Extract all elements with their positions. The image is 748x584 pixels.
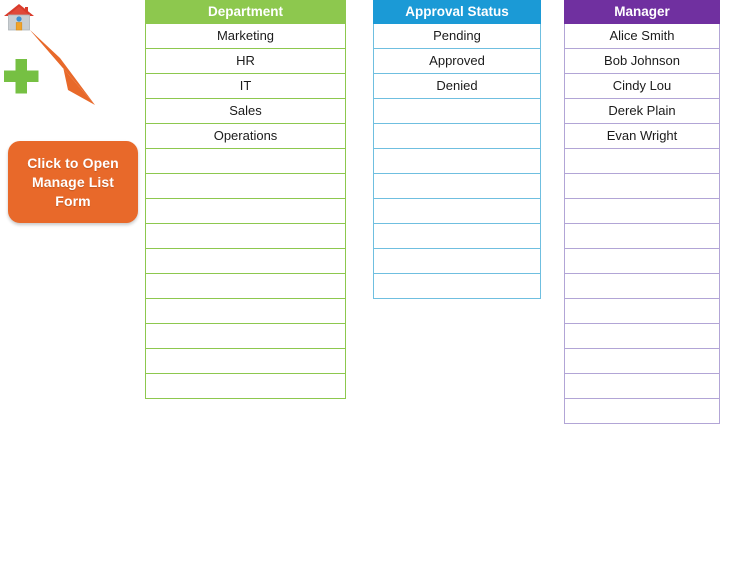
list-cell[interactable] (373, 199, 541, 224)
list-cell[interactable] (564, 174, 720, 199)
list-cell[interactable] (564, 224, 720, 249)
list-cell[interactable] (145, 149, 346, 174)
list-cell[interactable] (564, 149, 720, 174)
list-cell[interactable] (373, 99, 541, 124)
list-cell[interactable]: Pending (373, 24, 541, 49)
column-header-department: Department (145, 0, 346, 24)
list-cell[interactable] (145, 324, 346, 349)
list-cell[interactable] (145, 174, 346, 199)
list-cell[interactable]: Derek Plain (564, 99, 720, 124)
list-cell[interactable] (145, 374, 346, 399)
left-toolbar: Click to Open Manage List Form (0, 0, 145, 584)
home-icon[interactable] (3, 2, 35, 32)
column-header-approval-status: Approval Status (373, 0, 541, 24)
list-cell[interactable] (373, 274, 541, 299)
list-cell[interactable] (564, 349, 720, 374)
home-icon-glyph (4, 4, 34, 31)
list-cell[interactable] (145, 299, 346, 324)
list-cell[interactable] (564, 324, 720, 349)
list-cell[interactable]: Evan Wright (564, 124, 720, 149)
list-cell[interactable]: IT (145, 74, 346, 99)
list-cell[interactable]: Bob Johnson (564, 49, 720, 74)
list-cell[interactable]: HR (145, 49, 346, 74)
list-cell[interactable] (145, 224, 346, 249)
list-cell[interactable]: Marketing (145, 24, 346, 49)
list-cell[interactable] (564, 249, 720, 274)
column-rows-approval-status: Pending Approved Denied (373, 24, 541, 299)
list-cell[interactable] (373, 124, 541, 149)
list-cell[interactable]: Sales (145, 99, 346, 124)
list-column-department: Department Marketing HR IT Sales Operations (145, 0, 346, 399)
list-cell[interactable]: Operations (145, 124, 346, 149)
list-cell[interactable] (145, 249, 346, 274)
list-cell[interactable] (145, 349, 346, 374)
callout-bubble: Click to Open Manage List Form (8, 141, 138, 223)
list-cell[interactable] (564, 299, 720, 324)
list-cell[interactable] (373, 174, 541, 199)
list-cell[interactable] (564, 274, 720, 299)
list-cell[interactable] (373, 149, 541, 174)
list-cell[interactable] (373, 224, 541, 249)
list-cell[interactable]: Denied (373, 74, 541, 99)
list-column-approval-status: Approval Status Pending Approved Denied (373, 0, 541, 299)
callout-text: Click to Open Manage List Form (27, 154, 119, 209)
list-cell[interactable] (564, 199, 720, 224)
list-cell[interactable] (564, 399, 720, 424)
list-cell[interactable]: Alice Smith (564, 24, 720, 49)
column-header-manager: Manager (564, 0, 720, 24)
list-cell[interactable] (564, 374, 720, 399)
column-rows-manager: Alice Smith Bob Johnson Cindy Lou Derek Pla… (564, 24, 720, 424)
list-cell[interactable] (373, 249, 541, 274)
plus-icon-glyph (4, 59, 39, 94)
list-column-manager: Manager Alice Smith Bob Johnson Cindy Lou D… (564, 0, 720, 424)
column-rows-department: Marketing HR IT Sales Operations (145, 24, 346, 399)
list-cell[interactable]: Approved (373, 49, 541, 74)
add-new-item-icon[interactable] (2, 56, 40, 96)
list-cell[interactable] (145, 274, 346, 299)
list-cell[interactable]: Cindy Lou (564, 74, 720, 99)
list-cell[interactable] (145, 199, 346, 224)
